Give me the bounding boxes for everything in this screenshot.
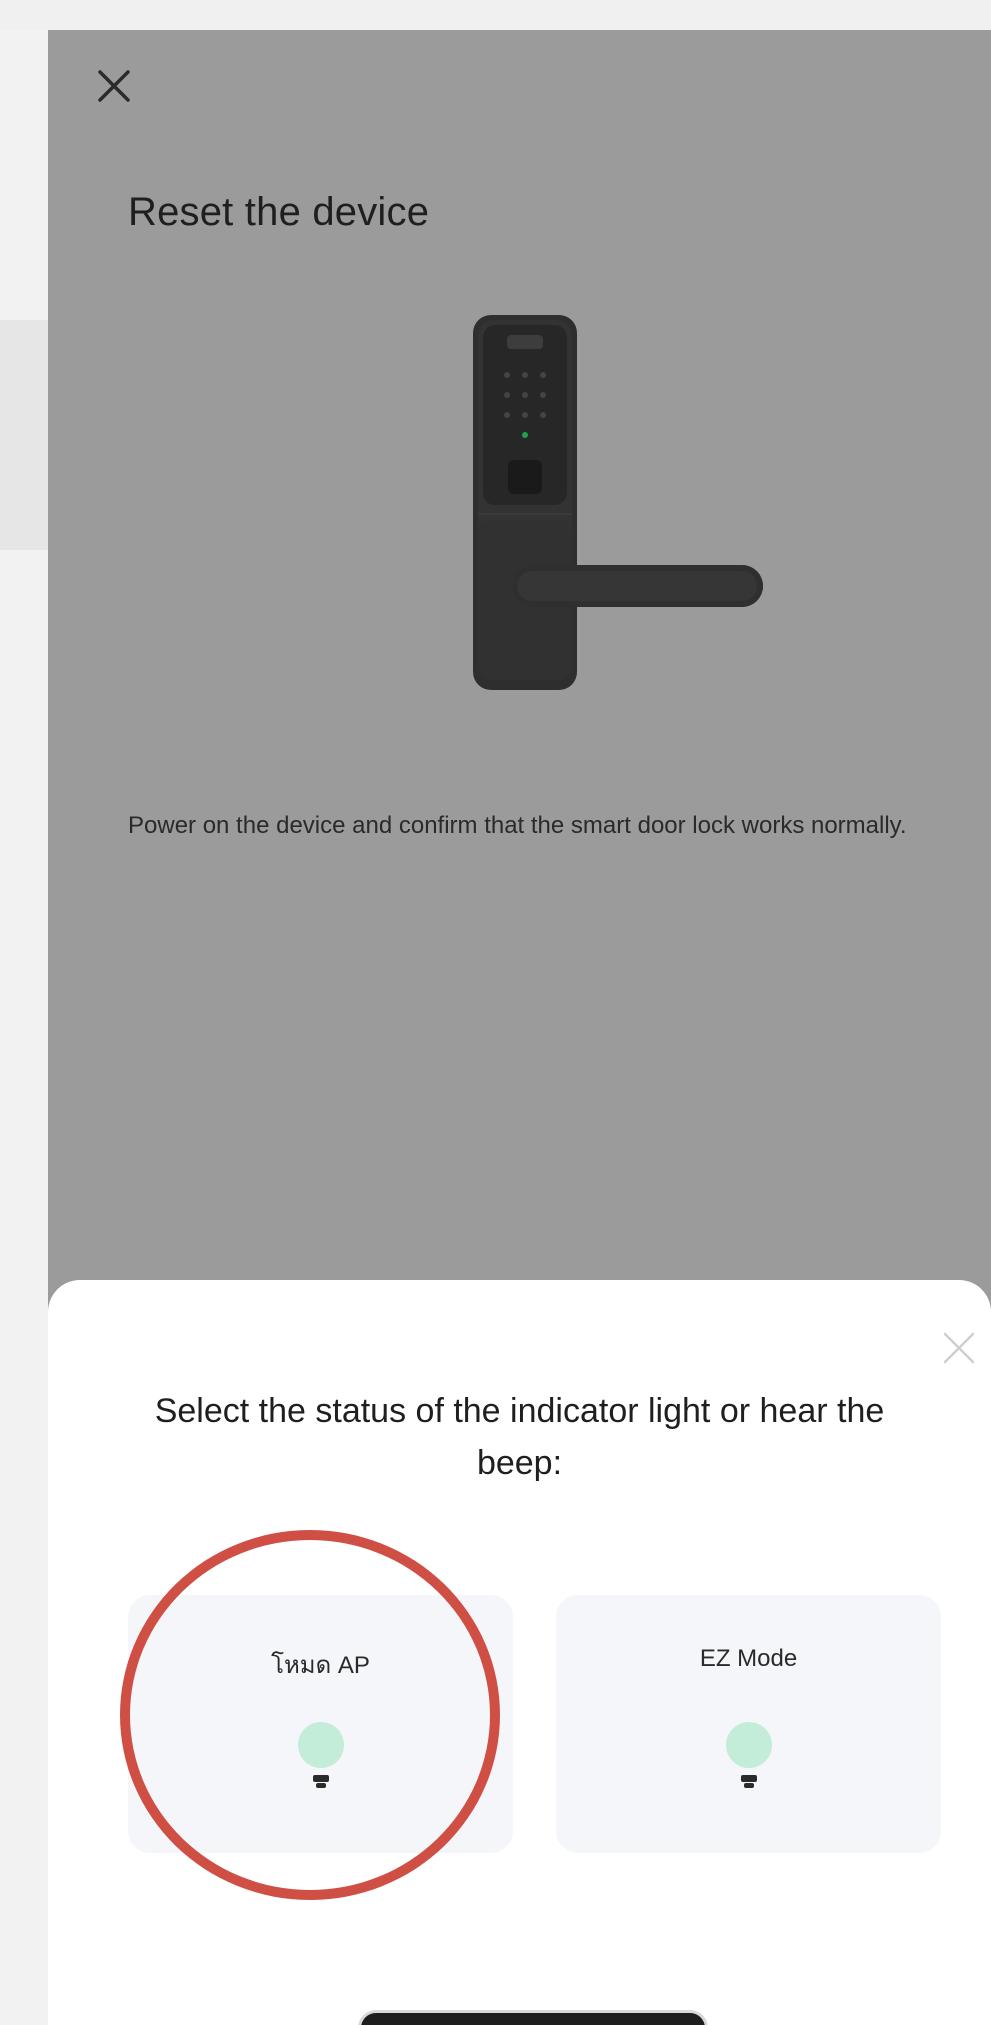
page: Reset the device Power on the device and… xyxy=(0,0,991,2025)
app-window: Reset the device Power on the device and… xyxy=(48,30,991,2025)
close-icon xyxy=(943,1332,975,1364)
sheet-close-button[interactable] xyxy=(931,1320,987,1376)
smart-door-lock-image xyxy=(473,315,763,715)
light-bulb-icon xyxy=(725,1722,772,1788)
background-shade xyxy=(0,320,48,550)
close-button[interactable] xyxy=(84,56,144,116)
sheet-title: Select the status of the indicator light… xyxy=(154,1392,885,1482)
option-ap-mode[interactable]: โหมด AP xyxy=(128,1595,513,1853)
instruction-text: Power on the device and confirm that the… xyxy=(128,812,907,839)
status-selection-sheet: Select the status of the indicator light… xyxy=(48,1280,991,2025)
background-left xyxy=(0,30,48,2025)
close-icon xyxy=(98,70,130,102)
option-label: โหมด AP xyxy=(271,1652,370,1679)
reset-device-screen: Reset the device Power on the device and… xyxy=(48,30,991,2025)
background-top xyxy=(0,0,991,30)
option-label: EZ Mode xyxy=(699,1645,798,1672)
page-title: Reset the device xyxy=(128,190,430,234)
option-ez-mode[interactable]: EZ Mode xyxy=(556,1595,941,1853)
light-bulb-icon xyxy=(297,1722,344,1788)
next-button[interactable] xyxy=(358,2010,708,2025)
